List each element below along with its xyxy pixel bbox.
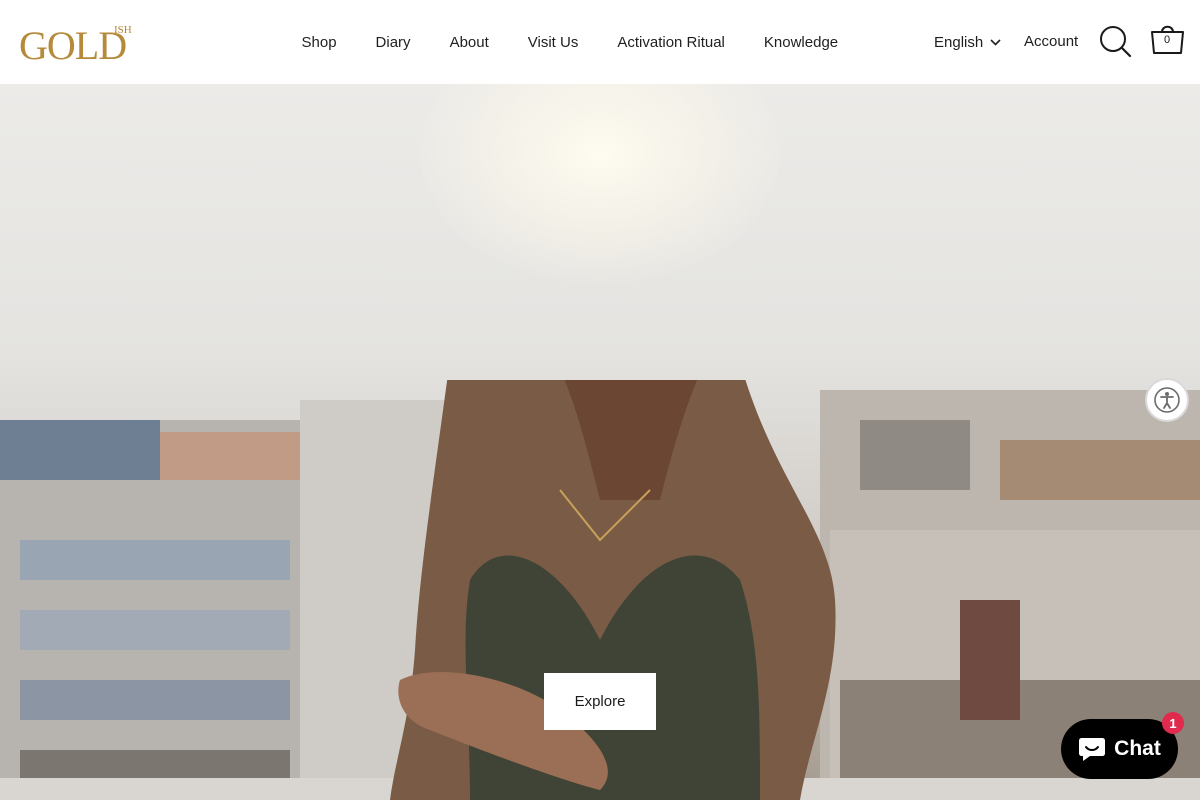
accessibility-button[interactable]	[1145, 378, 1189, 422]
chat-label: Chat	[1114, 737, 1161, 760]
cart-button[interactable]: 0	[1148, 20, 1188, 60]
accessibility-icon	[1154, 387, 1180, 413]
nav-item-visit-us[interactable]: Visit Us	[508, 34, 598, 51]
svg-text:GOLD: GOLD	[19, 23, 126, 63]
language-label: English	[934, 33, 984, 51]
svg-text:ISH: ISH	[114, 24, 132, 36]
chat-bubble-icon	[1079, 738, 1106, 761]
nav-item-shop[interactable]: Shop	[282, 34, 356, 51]
explore-button[interactable]: Explore	[544, 673, 656, 730]
hero-banner: Explore	[0, 84, 1200, 800]
nav-item-activation-ritual[interactable]: Activation Ritual	[598, 34, 745, 51]
account-link[interactable]: Account	[1024, 31, 1078, 53]
search-icon	[1100, 26, 1132, 58]
goldish-logo: GOLD ISH	[19, 23, 132, 68]
chevron-down-icon	[990, 38, 1001, 46]
chat-unread-badge: 1	[1162, 712, 1184, 734]
search-button[interactable]	[1098, 24, 1132, 58]
language-selector[interactable]: English	[934, 31, 1001, 53]
cart-count: 0	[1163, 34, 1171, 46]
main-nav: Shop Diary About Visit Us Activation Rit…	[282, 0, 858, 84]
sun-glare	[420, 84, 780, 284]
site-header: GOLD ISH Shop Diary About Visit Us Activ…	[0, 0, 1200, 84]
nav-item-about[interactable]: About	[430, 34, 508, 51]
nav-item-knowledge[interactable]: Knowledge	[744, 34, 857, 51]
brand-logo[interactable]: GOLD ISH	[19, 21, 147, 68]
nav-item-diary[interactable]: Diary	[356, 34, 430, 51]
chat-button[interactable]: Chat	[1061, 719, 1178, 779]
hero-image	[0, 380, 1200, 800]
